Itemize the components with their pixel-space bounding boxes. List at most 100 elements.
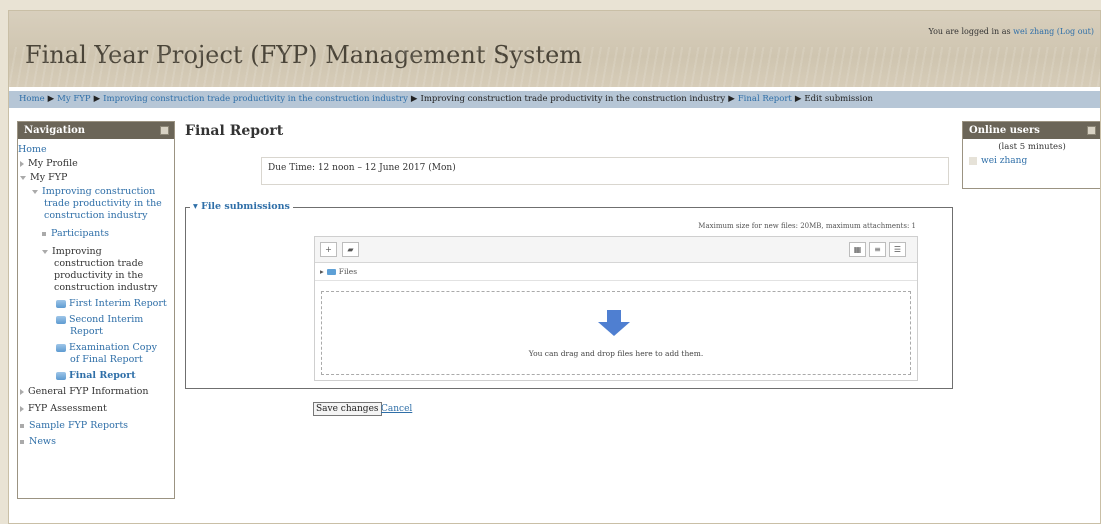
file-path-bar: ▸ Files — [315, 263, 917, 281]
nav-label: My Profile — [28, 158, 78, 169]
nav-exam-copy-link[interactable]: Examination Copy — [69, 342, 157, 353]
nav-label: General FYP Information — [28, 386, 149, 397]
drop-arrow-icon — [607, 310, 621, 322]
login-info: You are logged in as wei zhang (Log out) — [928, 27, 1094, 36]
breadcrumb-separator: ▶ — [794, 94, 802, 104]
navigation-title: Navigation — [24, 125, 86, 136]
breadcrumb-final-report[interactable]: Final Report — [738, 94, 792, 104]
collapse-block-icon[interactable] — [160, 126, 169, 135]
collapse-icon — [32, 189, 38, 194]
page-frame: Final Year Project (FYP) Management Syst… — [8, 10, 1101, 524]
nav-participants[interactable]: Participants — [42, 228, 109, 239]
assignment-icon — [56, 299, 66, 308]
logout-link[interactable]: (Log out) — [1057, 27, 1094, 36]
nav-second-interim-link[interactable]: Second Interim — [69, 314, 143, 325]
list-view-icon[interactable]: ≡ — [869, 242, 886, 257]
breadcrumb-separator: ▶ — [410, 94, 418, 104]
max-size-note: Maximum size for new files: 20MB, maximu… — [698, 222, 916, 230]
nav-course-link[interactable]: Improving construction — [42, 186, 155, 197]
expand-icon — [20, 405, 24, 412]
nav-course[interactable]: Improving construction — [32, 186, 155, 197]
nav-participants-link[interactable]: Participants — [51, 228, 109, 239]
assignment-icon — [56, 371, 66, 380]
nav-first-interim-link[interactable]: First Interim Report — [69, 298, 167, 309]
nav-assessment[interactable]: FYP Assessment — [20, 403, 107, 414]
drop-arrow-head-icon — [598, 322, 630, 336]
nav-second-interim[interactable]: Second Interim — [56, 314, 143, 325]
nav-my-fyp[interactable]: My FYP — [20, 172, 67, 183]
nav-news[interactable]: News — [20, 436, 56, 447]
site-title: Final Year Project (FYP) Management Syst… — [25, 41, 583, 69]
breadcrumb-separator: ▶ — [47, 94, 55, 104]
nav-label: My FYP — [30, 172, 68, 183]
breadcrumb: Home ▶ My FYP ▶ Improving construction trade… — [9, 91, 1100, 108]
nav-news-link[interactable]: News — [29, 436, 56, 447]
online-user[interactable]: wei zhang — [969, 156, 1100, 166]
tree-view-icon[interactable]: ☰ — [889, 242, 906, 257]
file-picker: + ▰ ▦ ≡ ☰ ▸ Files You can drag and drop f… — [314, 236, 918, 381]
nav-my-profile[interactable]: My Profile — [20, 158, 78, 169]
breadcrumb-separator: ▶ — [93, 94, 101, 104]
file-drop-zone[interactable]: You can drag and drop files here to add … — [321, 291, 911, 375]
cancel-link[interactable]: Cancel — [381, 404, 412, 414]
bullet-icon — [42, 231, 46, 236]
site-header: Final Year Project (FYP) Management Syst… — [9, 11, 1100, 87]
breadcrumb-course[interactable]: Improving construction trade productivit… — [103, 94, 408, 104]
expand-icon — [20, 388, 24, 395]
file-submissions-fieldset: ▾ File submissions Maximum size for new … — [185, 201, 953, 389]
collapse-icon — [42, 249, 48, 254]
login-user-link[interactable]: wei zhang — [1013, 27, 1054, 36]
nav-label: FYP Assessment — [28, 403, 107, 414]
nav-course-link-2[interactable]: trade productivity in the — [44, 198, 162, 209]
nav-home[interactable]: Home — [18, 144, 47, 155]
file-picker-toolbar: + ▰ ▦ ≡ ☰ — [315, 237, 917, 263]
add-file-icon[interactable]: + — [320, 242, 337, 257]
online-users-header: Online users — [963, 122, 1100, 139]
online-user-name[interactable]: wei zhang — [981, 156, 1027, 166]
due-time-box: Due Time: 12 noon – 12 June 2017 (Mon) — [261, 157, 949, 185]
avatar — [969, 156, 977, 165]
page-title: Final Report — [185, 123, 284, 139]
save-changes-button[interactable]: Save changes — [313, 402, 382, 416]
nav-final-report[interactable]: Final Report — [56, 370, 136, 381]
legend-label: File submissions — [201, 201, 290, 212]
online-users-subtitle: (last 5 minutes) — [998, 142, 1066, 152]
nav-section[interactable]: Improving — [42, 246, 102, 257]
collapse-block-icon[interactable] — [1087, 126, 1096, 135]
nav-first-interim[interactable]: First Interim Report — [56, 298, 167, 309]
nav-exam-copy-link-2[interactable]: of Final Report — [70, 354, 143, 365]
drop-instructions: You can drag and drop files here to add … — [528, 349, 704, 358]
nav-general-info[interactable]: General FYP Information — [20, 386, 149, 397]
breadcrumb-current: Edit submission — [804, 94, 873, 104]
nav-course-link-3[interactable]: construction industry — [44, 210, 148, 221]
files-label[interactable]: Files — [339, 267, 357, 276]
navigation-header: Navigation — [18, 122, 174, 139]
nav-second-interim-link-2[interactable]: Report — [70, 326, 103, 337]
folder-icon — [326, 269, 336, 275]
nav-sample-reports-link[interactable]: Sample FYP Reports — [29, 420, 128, 431]
nav-final-report-link[interactable]: Final Report — [69, 370, 136, 381]
bullet-icon — [20, 423, 24, 428]
breadcrumb-section: Improving construction trade productivit… — [420, 94, 726, 104]
expand-icon[interactable]: ▸ — [320, 267, 324, 276]
login-prefix: You are logged in as — [928, 27, 1014, 36]
breadcrumb-separator: ▶ — [728, 94, 735, 104]
assignment-icon — [56, 343, 66, 352]
nav-sample-reports[interactable]: Sample FYP Reports — [20, 420, 128, 431]
nav-label: construction trade — [54, 258, 144, 269]
nav-label: productivity in the — [54, 270, 144, 281]
nav-label: Improving — [52, 246, 102, 257]
nav-label: construction industry — [54, 282, 158, 293]
expand-icon — [20, 160, 24, 167]
create-folder-icon[interactable]: ▰ — [342, 242, 359, 257]
navigation-block: Navigation Home My Profile My FYP Improv… — [17, 121, 175, 499]
online-users-title: Online users — [969, 125, 1040, 136]
nav-exam-copy[interactable]: Examination Copy — [56, 342, 157, 353]
file-submissions-legend[interactable]: ▾ File submissions — [190, 201, 293, 212]
breadcrumb-home[interactable]: Home — [19, 94, 45, 104]
collapse-icon — [20, 175, 26, 180]
online-users-block: Online users (last 5 minutes) wei zhang — [962, 121, 1100, 189]
breadcrumb-myfyp[interactable]: My FYP — [57, 94, 90, 104]
assignment-icon — [56, 315, 66, 324]
icon-view-icon[interactable]: ▦ — [849, 242, 866, 257]
